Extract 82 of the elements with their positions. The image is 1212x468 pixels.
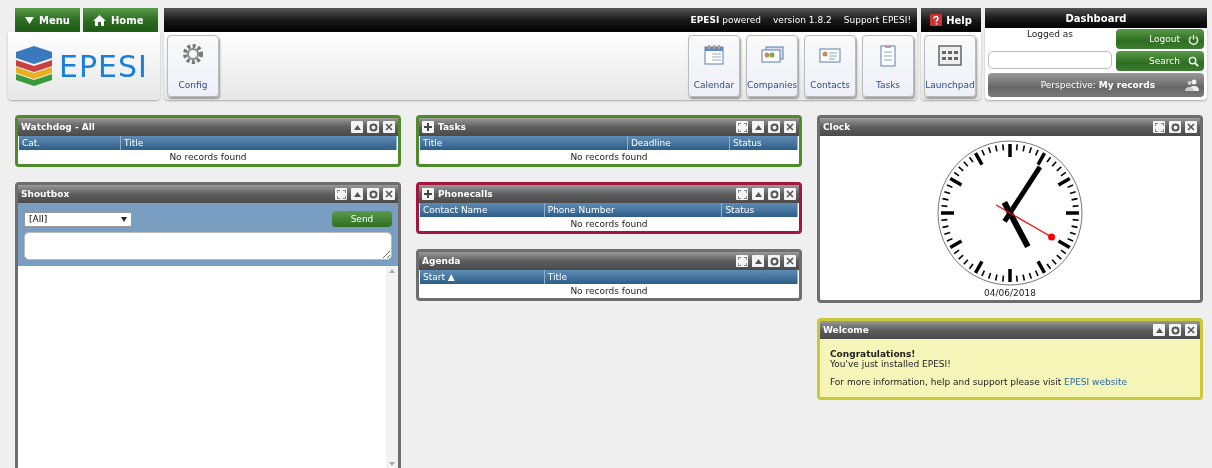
welcome-heading: Congratulations!	[830, 349, 917, 359]
minimize-icon[interactable]	[752, 255, 764, 267]
caret-icon	[25, 16, 34, 24]
column-header: Phone Number	[544, 203, 723, 217]
close-icon[interactable]	[1185, 121, 1197, 133]
settings-icon[interactable]	[367, 188, 379, 200]
close-icon[interactable]	[784, 188, 796, 200]
minimize-icon[interactable]	[752, 188, 764, 200]
fullscreen-icon[interactable]	[736, 121, 748, 133]
column-header: Title	[544, 270, 798, 284]
minimize-icon[interactable]	[752, 121, 764, 133]
applet-title: Agenda	[422, 256, 462, 266]
users-icon	[1185, 79, 1199, 91]
perspective-text: Perspective: My records	[1040, 80, 1155, 90]
applet-title: Watchdog - All	[21, 122, 96, 132]
home-icon	[93, 14, 106, 26]
launcher-button[interactable]: Calendar	[688, 35, 740, 97]
empty-message: No records found	[168, 151, 248, 164]
close-icon[interactable]	[1185, 324, 1197, 336]
close-icon[interactable]	[784, 255, 796, 267]
minimize-icon[interactable]	[1153, 324, 1165, 336]
empty-message: No records found	[569, 151, 649, 164]
logout-button[interactable]: Logout	[1116, 29, 1204, 49]
settings-icon[interactable]	[1169, 324, 1181, 336]
applet-title: Clock	[823, 122, 852, 132]
recipient-select[interactable]: [All]	[24, 211, 132, 227]
logged-as-label: Logged as	[1026, 29, 1074, 39]
column-header: Title	[420, 136, 628, 150]
power-icon	[1188, 33, 1199, 45]
column-header: Status	[722, 203, 798, 217]
launchpad-button[interactable]: Launchpad	[924, 35, 976, 97]
send-button[interactable]: Send	[332, 211, 392, 227]
column-header: Status	[729, 136, 798, 150]
perspective-bar[interactable]: Perspective: My records	[988, 73, 1204, 97]
search-field[interactable]	[988, 51, 1112, 69]
fullscreen-icon[interactable]	[1153, 121, 1165, 133]
add-icon[interactable]	[422, 188, 434, 200]
settings-icon[interactable]	[768, 121, 780, 133]
clock-date: 04/06/2018	[984, 288, 1036, 300]
column-header: Contact Name	[420, 203, 545, 217]
toolbar-button[interactable]: Config	[167, 35, 219, 97]
close-icon[interactable]	[383, 121, 395, 133]
support-link[interactable]: Support EPESI!	[843, 15, 911, 25]
message-field[interactable]	[24, 232, 392, 260]
dashboard-title: Dashboard	[1065, 12, 1127, 24]
close-icon[interactable]	[383, 188, 395, 200]
fullscreen-icon[interactable]	[335, 188, 347, 200]
fullscreen-icon[interactable]	[736, 188, 748, 200]
settings-icon[interactable]	[768, 188, 780, 200]
info-paragraph: For more information, help and support please visit EPESI website	[830, 377, 1128, 387]
add-icon[interactable]	[422, 121, 434, 133]
search-button[interactable]: Search	[1116, 51, 1204, 71]
launcher-button[interactable]: Tasks	[862, 35, 914, 97]
empty-message: No records found	[569, 218, 649, 231]
applet-title: Phonecalls	[438, 189, 494, 199]
applet-title: Tasks	[438, 122, 467, 132]
empty-message: No records found	[569, 285, 649, 298]
applet-title: Welcome	[823, 325, 870, 335]
settings-icon[interactable]	[768, 255, 780, 267]
home-button[interactable]: Home	[83, 8, 158, 32]
search-icon	[1188, 55, 1199, 67]
help-icon	[930, 14, 943, 26]
column-header: Start ▲	[420, 270, 545, 284]
version-text: version 1.8.2	[773, 15, 832, 25]
caret-icon	[121, 216, 127, 222]
column-header: Title	[121, 136, 397, 150]
minimize-icon[interactable]	[351, 188, 363, 200]
column-header: Deadline	[627, 136, 730, 150]
column-header: Cat.	[19, 136, 122, 150]
minimize-icon[interactable]	[351, 121, 363, 133]
applet-title: Shoutbox	[21, 189, 71, 199]
launcher-button[interactable]: Companies	[746, 35, 798, 97]
launcher-button[interactable]: Contacts	[804, 35, 856, 97]
website-link[interactable]: EPESI website	[1064, 377, 1127, 387]
settings-icon[interactable]	[367, 121, 379, 133]
fullscreen-icon[interactable]	[736, 255, 748, 267]
settings-icon[interactable]	[1169, 121, 1181, 133]
powered-text: EPESI powered	[690, 15, 762, 25]
logo-text: EPESI	[59, 48, 148, 84]
welcome-text: You've just installed EPESI!	[830, 359, 952, 369]
menu-button[interactable]: Menu	[15, 8, 80, 32]
close-icon[interactable]	[784, 121, 796, 133]
